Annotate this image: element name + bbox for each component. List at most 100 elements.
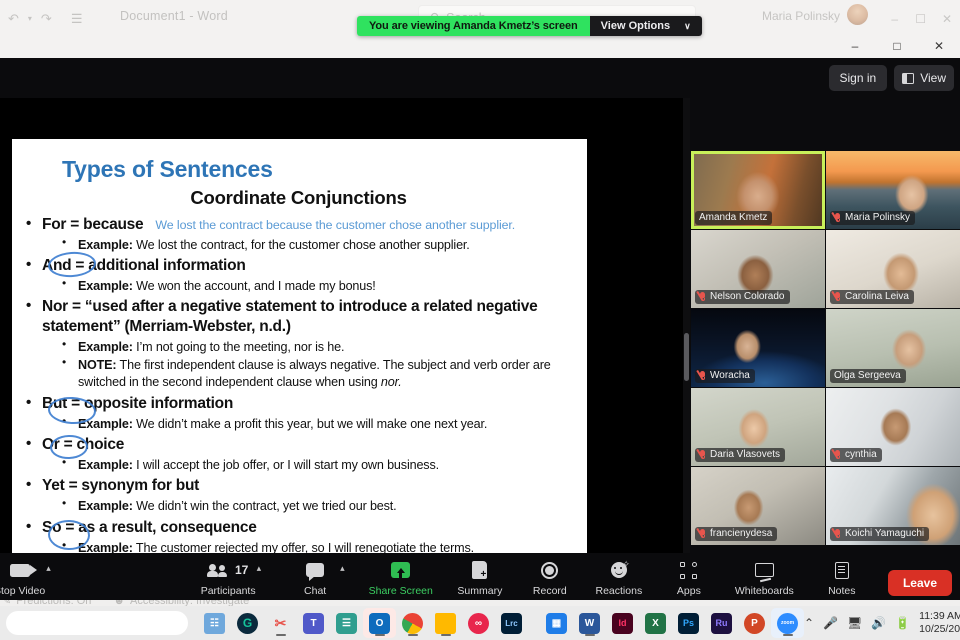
- chat-options-chevron-icon[interactable]: ▴: [340, 563, 345, 574]
- zoom-maximize-button[interactable]: □: [876, 33, 918, 58]
- participant-tile-cynthia[interactable]: cynthia: [826, 388, 960, 466]
- network-icon[interactable]: 🖥: [847, 616, 862, 630]
- participant-name: Nelson Colorado: [710, 291, 785, 302]
- slide-sub-bullet-label: NOTE:: [78, 358, 117, 373]
- redo-icon[interactable]: ↷: [41, 11, 52, 27]
- volume-icon[interactable]: 🔊: [871, 616, 886, 630]
- taskbar-search-input[interactable]: [6, 611, 188, 635]
- participant-tile-olga-sergeeva[interactable]: Olga Sergeeva: [826, 309, 960, 387]
- taskbar-icon-snipping-tool[interactable]: ✂: [264, 608, 297, 638]
- reactions-smiley-icon: ✧: [610, 559, 630, 578]
- taskbar-icon-microsoft-excel[interactable]: X: [639, 608, 672, 638]
- outlook-icon: O: [369, 612, 390, 634]
- taskbar-icon-microsoft-teams[interactable]: T: [297, 608, 330, 638]
- slide-bullet-text: For = because: [42, 216, 144, 233]
- taskbar-icon-google-chrome[interactable]: [396, 608, 429, 638]
- shared-screen-scrollbar[interactable]: [683, 98, 690, 553]
- word-icon: W: [579, 612, 600, 634]
- zoom-close-button[interactable]: ✕: [918, 33, 960, 58]
- slide-sub-bullet-text: I’m not going to the meeting, nor is he.: [132, 340, 345, 355]
- taskbar-icon-calculator[interactable]: ☷: [198, 608, 231, 638]
- clock[interactable]: 11:39 AM 10/25/202: [919, 610, 960, 636]
- participant-name-badge: francienydesa: [695, 526, 778, 541]
- apps-icon: [680, 561, 698, 579]
- taskbar-icon-lightroom-classic[interactable]: Lrc: [495, 608, 528, 638]
- participant-tile-amanda-kmetz[interactable]: Amanda Kmetz: [691, 151, 825, 229]
- taskbar-app-icons: ☷ G ✂ T ☰ O ∞ Lrc ▦ W Id X Ps Ru P zoom: [198, 608, 804, 638]
- leave-button[interactable]: Leave: [887, 570, 952, 596]
- muted-mic-icon: [699, 449, 706, 460]
- taskbar-icon-rush[interactable]: Ru: [705, 608, 738, 638]
- participant-tile-koichi-yamaguchi[interactable]: Koichi Yamaguchi: [826, 467, 960, 545]
- word-account-name[interactable]: Maria Polinsky: [762, 9, 840, 23]
- record-icon: [541, 561, 559, 579]
- participant-tile-carolina-leiva[interactable]: Carolina Leiva: [826, 230, 960, 308]
- slide-sub-bullet: Example: I will accept the job offer, or…: [20, 455, 577, 473]
- participant-tile-daria-vlasovets[interactable]: Daria Vlasovets: [691, 388, 825, 466]
- word-quick-access-toolbar[interactable]: ↶ ▾ ↷ ☰: [0, 11, 82, 27]
- undo-icon[interactable]: ↶: [8, 11, 19, 27]
- slide-sub-bullet: Example: We didn’t win the contract, yet…: [20, 496, 577, 514]
- scrollbar-thumb[interactable]: [684, 333, 689, 381]
- trello-icon: ▦: [546, 612, 567, 634]
- mic-icon[interactable]: 🎤: [823, 616, 838, 630]
- undo-dropdown-icon[interactable]: ▾: [28, 14, 32, 23]
- word-restore-button[interactable]: ☐: [915, 12, 926, 26]
- taskbar-icon-sticky-notes[interactable]: ☰: [330, 608, 363, 638]
- shared-screen-area[interactable]: Types of Sentences Coordinate Conjunctio…: [0, 98, 685, 565]
- word-close-button[interactable]: ✕: [942, 12, 952, 26]
- participant-name-badge: cynthia: [830, 447, 882, 462]
- slide-sub-bullet: NOTE: The first independent clause is al…: [20, 355, 577, 390]
- whiteboards-button[interactable]: Whiteboards: [735, 559, 794, 597]
- summary-button[interactable]: Summary: [456, 559, 504, 597]
- record-button[interactable]: Record: [526, 559, 574, 597]
- sign-in-button[interactable]: Sign in: [828, 65, 888, 91]
- taskbar-icon-file-explorer[interactable]: [429, 608, 462, 638]
- share-screen-button[interactable]: Share Screen: [369, 559, 433, 597]
- participant-tile-nelson-colorado[interactable]: Nelson Colorado: [691, 230, 825, 308]
- taskbar-icon-powerpoint[interactable]: P: [738, 608, 771, 638]
- view-options-button[interactable]: View Options ∨: [589, 16, 702, 36]
- avatar[interactable]: [847, 4, 868, 25]
- taskbar-icon-microsoft-word[interactable]: W: [573, 608, 606, 638]
- taskbar-icon-grammarly[interactable]: G: [231, 608, 264, 638]
- participant-tile-francienydesa[interactable]: francienydesa: [691, 467, 825, 545]
- view-layout-icon: [902, 72, 915, 84]
- slide-bullet-text: But = opposite information: [42, 395, 234, 413]
- slide-bullet: But = opposite information: [20, 393, 577, 414]
- chat-button[interactable]: Chat: [291, 559, 339, 597]
- participant-name-badge: Koichi Yamaguchi: [830, 526, 930, 541]
- reactions-button[interactable]: ✧ Reactions: [595, 559, 643, 597]
- zoom-minimize-button[interactable]: –: [834, 33, 876, 58]
- notes-button[interactable]: Notes: [818, 559, 866, 597]
- taskbar-icon-outlook[interactable]: O: [363, 608, 396, 638]
- taskbar-icon-indesign[interactable]: Id: [606, 608, 639, 638]
- participants-button[interactable]: 17 Participants: [201, 559, 256, 597]
- word-minimize-button[interactable]: –: [891, 12, 898, 26]
- stop-video-button[interactable]: Stop Video: [0, 559, 45, 597]
- slide-title: Types of Sentences: [62, 156, 273, 182]
- system-tray: ⌃ 🎤 🖥 🔊 🔋 11:39 AM 10/25/202: [804, 610, 960, 636]
- taskbar-icon-trello[interactable]: ▦: [540, 608, 573, 638]
- battery-icon[interactable]: 🔋: [895, 616, 910, 630]
- taskbar-icon-nero[interactable]: ∞: [462, 608, 495, 638]
- taskbar-icon-zoom[interactable]: zoom: [771, 608, 804, 638]
- notes-label: Notes: [828, 585, 856, 597]
- slide-sub-bullet-label: Example:: [78, 499, 133, 514]
- muted-mic-icon: [834, 528, 841, 539]
- participant-name: cynthia: [845, 449, 877, 460]
- share-screen-label: Share Screen: [368, 585, 433, 597]
- muted-mic-icon: [834, 212, 841, 223]
- view-button-label: View: [920, 71, 946, 85]
- slide-sub-bullet-text: We didn’t win the contract, yet we tried…: [132, 499, 397, 514]
- apps-button[interactable]: Apps: [665, 559, 713, 597]
- view-button[interactable]: View: [894, 65, 954, 91]
- notes-app-icon: ☰: [336, 612, 357, 634]
- video-options-chevron-icon[interactable]: ▴: [46, 563, 51, 574]
- participant-tile-woracha[interactable]: Woracha: [691, 309, 825, 387]
- participants-options-chevron-icon[interactable]: ▴: [257, 563, 262, 574]
- tray-chevron-up-icon[interactable]: ⌃: [804, 616, 814, 630]
- ribbon-display-icon[interactable]: ☰: [71, 11, 83, 27]
- taskbar-icon-photoshop[interactable]: Ps: [672, 608, 705, 638]
- participant-tile-maria-polinsky[interactable]: Maria Polinsky: [826, 151, 960, 229]
